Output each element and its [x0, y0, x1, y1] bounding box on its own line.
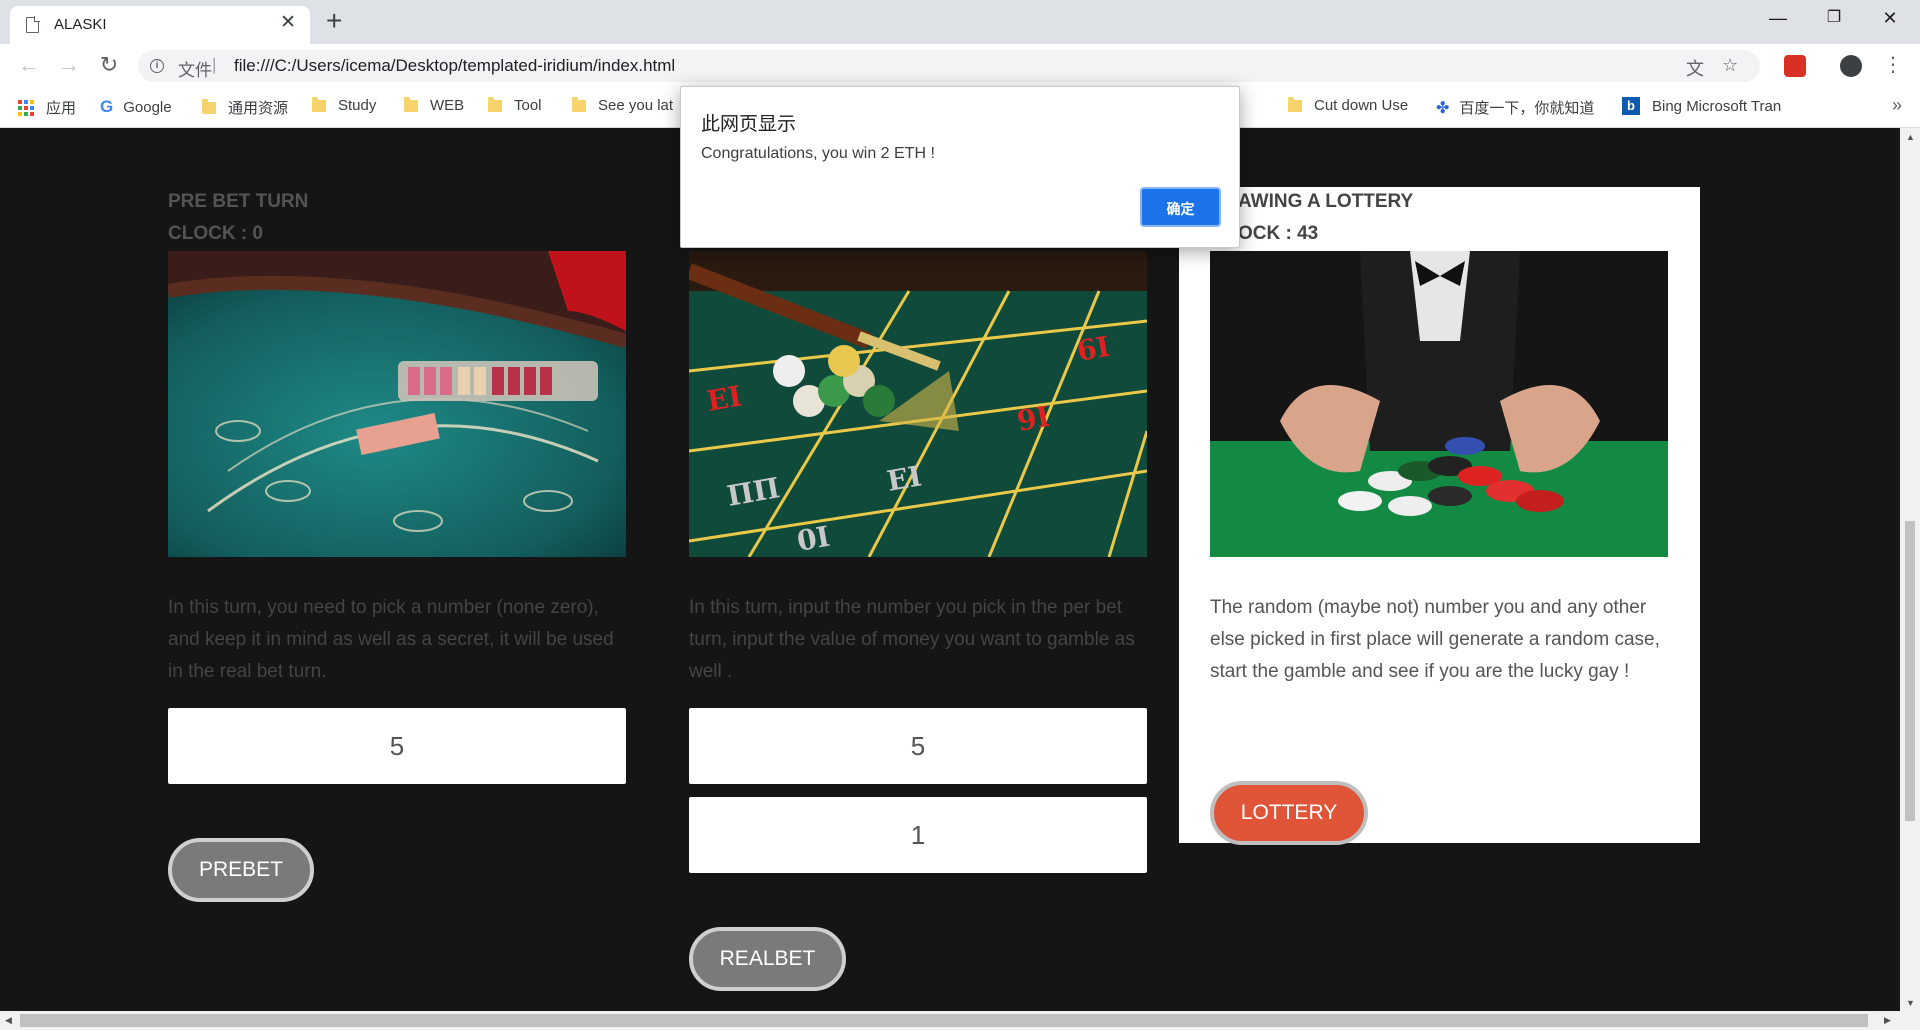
browser-tab[interactable]: ALASKI ✕ — [10, 6, 310, 44]
scroll-up-icon[interactable]: ▲ — [1906, 132, 1915, 142]
bookmark-label: 通用资源 — [228, 100, 289, 117]
lottery-button[interactable]: LOTTERY — [1210, 781, 1368, 845]
browser-toolbar: ← → ↻ i 文件 | file:///C:/Users/icema/Desk… — [0, 44, 1920, 88]
bookmark-bing[interactable]: b Bing Microsoft Tran — [1622, 97, 1792, 115]
page-content: PRE BET TURN CLOCK : 0 In this turn, you… — [0, 128, 1900, 1011]
info-icon[interactable]: i — [150, 59, 164, 73]
extension-icon[interactable] — [1784, 55, 1806, 77]
bookmark-baidu[interactable]: ✤ 百度一下，你就知道 — [1436, 97, 1594, 118]
bookmark-folder[interactable]: See you lat — [572, 96, 674, 114]
realbet-number-input[interactable]: 5 — [689, 708, 1147, 784]
bookmark-star-icon[interactable]: ☆ — [1722, 55, 1738, 76]
new-tab-button[interactable]: + — [326, 6, 342, 36]
url-separator: | — [212, 55, 217, 74]
back-button[interactable]: ← — [14, 52, 44, 78]
folder-icon — [572, 96, 586, 112]
column-description: In this turn, input the number you pick … — [689, 597, 1135, 682]
svg-text:EI: EI — [704, 379, 744, 417]
lottery-column: AWING A LOTTERY OCK : 43 — [1238, 186, 1758, 250]
horizontal-scroll-thumb[interactable] — [20, 1014, 1868, 1027]
bookmark-label: 应用 — [46, 100, 77, 117]
horizontal-scrollbar[interactable]: ◀ ▶ — [0, 1011, 1920, 1030]
close-window-button[interactable]: ✕ — [1868, 6, 1912, 30]
vertical-scrollbar[interactable]: ▲ ▼ — [1900, 128, 1920, 1011]
page-icon — [26, 16, 40, 33]
bookmark-folder[interactable]: Tool — [488, 96, 542, 114]
folder-icon — [1288, 96, 1302, 112]
bookmark-label: Cut down Use — [1314, 97, 1409, 114]
profile-avatar[interactable] — [1840, 55, 1862, 77]
roulette-table-image: ΠΠ EI 9I 0I 6I EI — [689, 251, 1147, 557]
realbet-amount-input[interactable]: 1 — [689, 797, 1147, 873]
apps-grid-icon — [18, 99, 34, 116]
bookmark-folder[interactable]: WEB — [404, 96, 465, 114]
clock-label: CLOCK : 0 — [168, 223, 263, 244]
dialog-message: Congratulations, you win 2 ETH ! — [701, 145, 935, 162]
bookmark-label: WEB — [430, 97, 465, 114]
dialog-ok-button[interactable]: 确定 — [1140, 187, 1221, 227]
folder-icon — [488, 96, 502, 112]
blackjack-table-image — [168, 251, 626, 557]
realbet-button[interactable]: REALBET — [689, 927, 846, 991]
bookmark-folder[interactable]: Study — [312, 96, 377, 114]
vertical-scroll-thumb[interactable] — [1905, 521, 1915, 821]
bookmark-label: Study — [338, 97, 377, 114]
chips-image — [1210, 251, 1668, 557]
folder-icon — [404, 96, 418, 112]
bing-icon: b — [1622, 97, 1640, 115]
prebet-column: PRE BET TURN CLOCK : 0 — [168, 186, 688, 250]
column-description: In this turn, you need to pick a number … — [168, 597, 614, 682]
clock-label: OCK : 43 — [1238, 223, 1319, 244]
column-heading: AWING A LOTTERY — [1238, 191, 1414, 212]
folder-icon — [312, 96, 326, 112]
bookmark-folder[interactable]: 通用资源 — [202, 97, 288, 118]
reload-button[interactable]: ↻ — [94, 52, 124, 78]
menu-icon[interactable]: ⋮ — [1878, 52, 1908, 78]
google-icon: G — [100, 97, 114, 116]
prebet-button[interactable]: PREBET — [168, 838, 314, 902]
minimize-button[interactable]: — — [1756, 6, 1800, 30]
bookmark-folder[interactable]: Cut down Use — [1288, 96, 1409, 114]
tab-title: ALASKI — [54, 16, 107, 33]
tab-close-icon[interactable]: ✕ — [280, 13, 296, 33]
svg-text:0I: 0I — [794, 520, 832, 557]
bookmark-google[interactable]: G Google — [100, 97, 172, 117]
folder-icon — [202, 98, 216, 114]
url-text[interactable]: file:///C:/Users/icema/Desktop/templated… — [234, 56, 675, 76]
column-description: The random (maybe not) number you and an… — [1210, 597, 1660, 682]
bookmark-label: 百度一下，你就知道 — [1459, 100, 1595, 117]
column-heading: PRE BET TURN — [168, 191, 309, 212]
scroll-right-icon[interactable]: ▶ — [1884, 1015, 1891, 1026]
bookmarks-overflow-icon[interactable]: » — [1892, 95, 1902, 116]
forward-button[interactable]: → — [54, 52, 84, 78]
prebet-number-input[interactable]: 5 — [168, 708, 626, 784]
svg-text:6I: 6I — [1074, 330, 1112, 368]
baidu-icon: ✤ — [1436, 99, 1450, 117]
translate-icon[interactable]: 文 — [1686, 55, 1704, 81]
dialog-title: 此网页显示 — [701, 114, 797, 135]
bookmark-apps[interactable]: 应用 — [18, 97, 76, 118]
svg-text:EI: EI — [884, 459, 924, 497]
address-bar[interactable]: i 文件 | file:///C:/Users/icema/Desktop/te… — [138, 50, 1760, 82]
alert-dialog: 此网页显示 Congratulations, you win 2 ETH ! 确… — [680, 86, 1240, 248]
scroll-down-icon[interactable]: ▼ — [1906, 998, 1915, 1008]
bookmark-label: Google — [123, 98, 172, 116]
svg-text:9I: 9I — [1014, 400, 1052, 438]
tab-strip: ALASKI ✕ + — ❐ ✕ — [0, 0, 1920, 44]
bookmark-label: Tool — [514, 97, 542, 114]
bookmark-label: Bing Microsoft Tran — [1652, 97, 1782, 115]
bookmark-label: See you lat — [598, 97, 674, 114]
scheme-label: 文件 — [178, 61, 212, 80]
scroll-left-icon[interactable]: ◀ — [5, 1015, 12, 1026]
restore-button[interactable]: ❐ — [1812, 6, 1856, 30]
